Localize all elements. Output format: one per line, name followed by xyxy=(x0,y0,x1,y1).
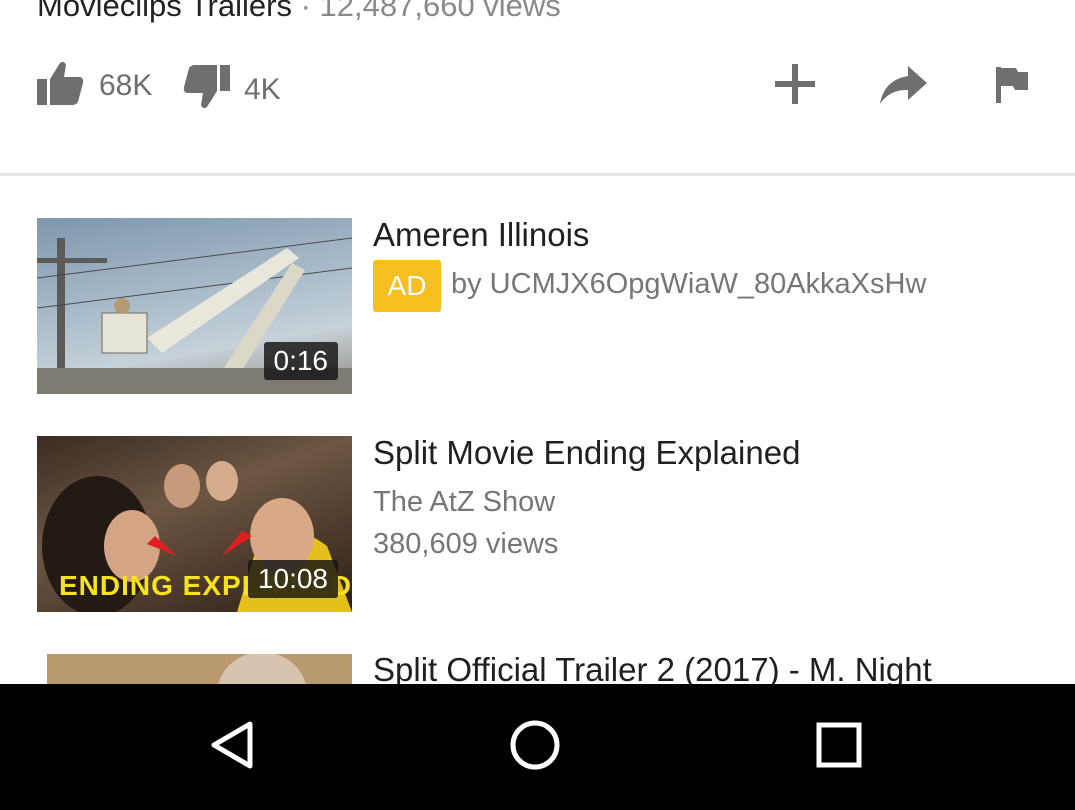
view-count: 12,487,660 views xyxy=(319,0,561,23)
video-channel: The AtZ Show xyxy=(373,486,556,518)
video-duration: 10:08 xyxy=(247,560,338,598)
dislike-count: 4K xyxy=(244,72,281,106)
dislike-button[interactable]: 4K xyxy=(182,64,281,115)
flag-icon xyxy=(994,66,1030,109)
video-thumbnail[interactable] xyxy=(47,654,352,684)
home-button[interactable] xyxy=(475,684,595,810)
plus-icon xyxy=(774,63,816,110)
like-count: 68K xyxy=(99,68,153,102)
share-button[interactable] xyxy=(878,64,928,111)
video-meta-line: Movieclips Trailers · 12,487,660 views xyxy=(37,0,561,24)
home-circle-icon xyxy=(509,719,561,776)
share-arrow-icon xyxy=(878,64,928,111)
system-nav-bar xyxy=(0,684,1075,810)
back-button[interactable] xyxy=(173,684,293,810)
like-button[interactable]: 68K xyxy=(37,60,152,111)
ad-thumbnail[interactable]: 0:16 xyxy=(37,218,352,394)
ad-badge: AD xyxy=(373,260,441,312)
video-thumbnail[interactable]: ENDING EXPLAINED 10:08 xyxy=(37,436,352,612)
video-views: 380,609 views xyxy=(373,528,559,560)
ad-title[interactable]: Ameren Illinois xyxy=(373,216,589,254)
thumbs-up-icon xyxy=(37,60,85,111)
ad-advertiser: by UCMJX6OpgWiaW_80AkkaXsHw xyxy=(451,268,927,300)
section-divider xyxy=(0,173,1075,176)
back-triangle-icon xyxy=(210,720,256,775)
video-title[interactable]: Split Movie Ending Explained xyxy=(373,434,800,472)
recents-square-icon xyxy=(816,722,862,773)
channel-name[interactable]: Movieclips Trailers xyxy=(37,0,292,23)
recents-button[interactable] xyxy=(779,684,899,810)
thumbs-down-icon xyxy=(182,64,230,115)
meta-separator: · xyxy=(300,0,311,23)
report-flag-button[interactable] xyxy=(994,66,1030,109)
add-to-playlist-button[interactable] xyxy=(774,63,816,110)
video-duration: 0:16 xyxy=(263,342,338,380)
